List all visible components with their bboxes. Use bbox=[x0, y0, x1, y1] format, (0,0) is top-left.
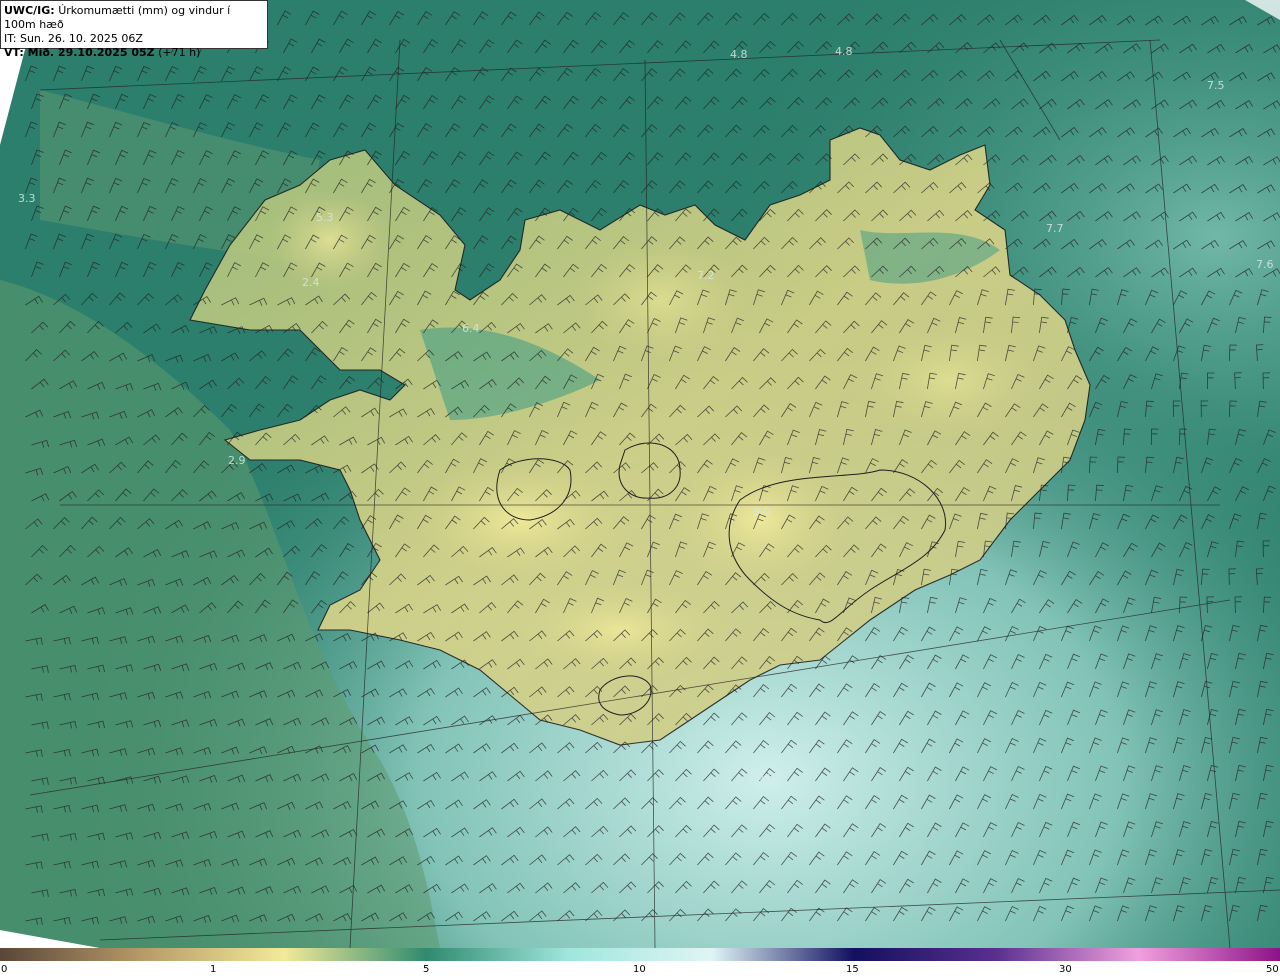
colorbar-tick: 0 bbox=[1, 964, 8, 975]
colorbar bbox=[0, 948, 1280, 961]
field-value-label: 6.4 bbox=[462, 322, 480, 335]
colorbar-tick: 15 bbox=[846, 964, 859, 975]
field-value-label: 7.5 bbox=[1207, 79, 1225, 92]
map-area[interactable]: UWC/IG: Úrkomumætti (mm) og vindur í 100… bbox=[0, 0, 1280, 948]
field-value-label: 4.8 bbox=[835, 45, 853, 58]
colorbar-tick: 30 bbox=[1059, 964, 1072, 975]
colorbar-tick: 10 bbox=[633, 964, 646, 975]
field-value-label: 4.8 bbox=[730, 48, 748, 61]
valid-time: VT: Mið. 29.10.2025 05Z bbox=[4, 46, 155, 59]
colorbar-tick: 5 bbox=[423, 964, 430, 975]
field-value-label: 7.6 bbox=[1256, 258, 1274, 271]
field-value-label: 2.4 bbox=[302, 276, 320, 289]
forecast-offset: (+71 h) bbox=[154, 46, 201, 59]
info-box: UWC/IG: Úrkomumætti (mm) og vindur í 100… bbox=[0, 0, 268, 59]
colorbar-tick: 50 bbox=[1266, 964, 1279, 975]
initial-time: IT: Sun. 26. 10. 2025 06Z bbox=[4, 32, 143, 45]
field-value-label: 2.9 bbox=[228, 454, 246, 467]
field-value-label: 7.2 bbox=[697, 269, 715, 282]
field-value-label: 9.9 bbox=[757, 770, 775, 783]
precipitation-map[interactable] bbox=[0, 0, 1280, 948]
colorbar-tick: 1 bbox=[210, 964, 217, 975]
field-value-label: 5.3 bbox=[316, 211, 334, 224]
product-code: UWC/IG: bbox=[4, 4, 55, 17]
field-value-label: 3.3 bbox=[18, 192, 36, 205]
field-value-label: 7.7 bbox=[1046, 222, 1064, 235]
field-value-label: 9.0 bbox=[753, 505, 771, 518]
